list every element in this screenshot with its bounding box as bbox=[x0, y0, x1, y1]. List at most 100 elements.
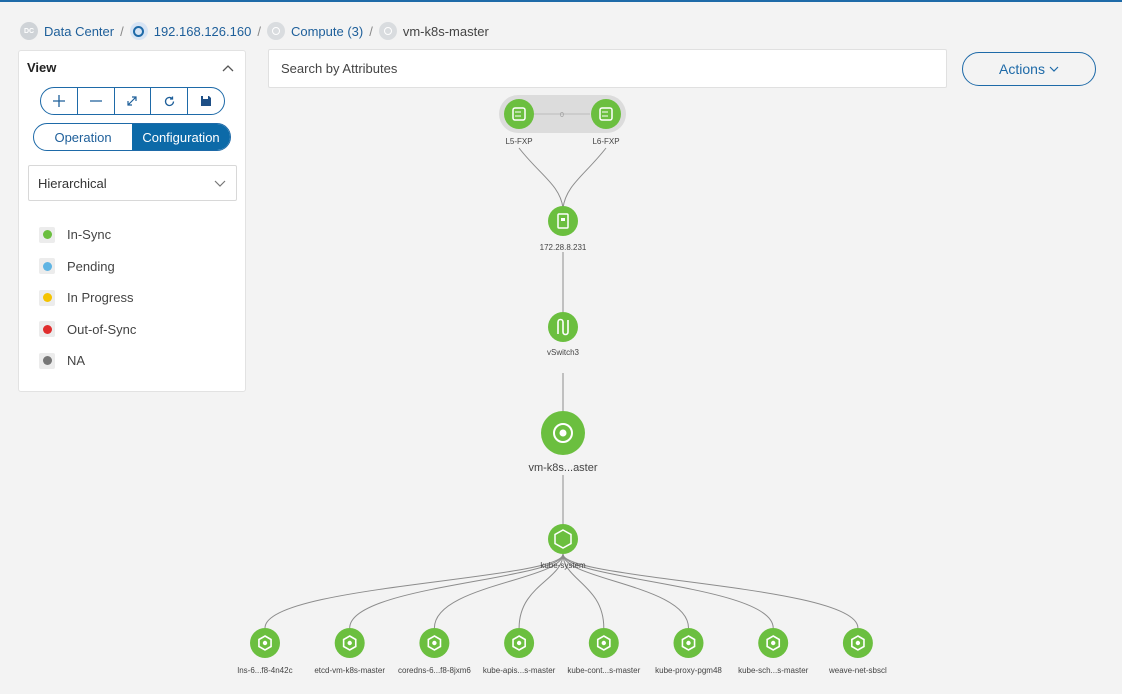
node-host[interactable]: 172.28.8.231 bbox=[540, 206, 587, 252]
node-label: L5-FXP bbox=[505, 137, 532, 146]
pod-glyph-core bbox=[601, 640, 606, 646]
node-pod[interactable]: kube-cont...s-master bbox=[567, 628, 641, 675]
node-pod[interactable]: lns-6...f8-4n42c bbox=[237, 628, 293, 675]
breadcrumb-compute-label: Compute (3) bbox=[290, 23, 364, 39]
node-pod[interactable]: kube-proxy-pgm48 bbox=[655, 628, 722, 675]
view-mode-toggle: Operation Configuration bbox=[33, 123, 231, 151]
host-icon bbox=[129, 22, 148, 40]
pod-label: coredns-6...f8-8jxm6 bbox=[398, 666, 471, 675]
tab-configuration[interactable]: Configuration bbox=[132, 124, 230, 150]
zoom-out-button[interactable] bbox=[78, 88, 115, 114]
switch-pair-count: 0 bbox=[560, 112, 564, 119]
pod-glyph-core bbox=[771, 640, 776, 646]
legend-swatch bbox=[39, 258, 55, 275]
server-glyph-slot bbox=[561, 218, 565, 221]
switch-node-icon bbox=[504, 99, 534, 129]
node-pod[interactable]: kube-apis...s-master bbox=[483, 628, 556, 675]
node-label: 172.28.8.231 bbox=[540, 243, 587, 252]
legend-swatch bbox=[39, 226, 55, 243]
pod-glyph-core bbox=[347, 640, 352, 646]
node-pod[interactable]: weave-net-sbscl bbox=[828, 628, 887, 675]
legend-swatch bbox=[39, 289, 55, 306]
save-button[interactable] bbox=[188, 88, 224, 114]
breadcrumb-separator: / bbox=[120, 23, 124, 39]
node-label: kube-system bbox=[540, 561, 586, 570]
layout-select[interactable]: Hierarchical bbox=[28, 165, 237, 201]
node-namespace[interactable]: kube-system bbox=[540, 524, 586, 570]
breadcrumb-host[interactable]: 192.168.126.160 bbox=[129, 22, 252, 40]
search-input[interactable] bbox=[268, 49, 947, 88]
legend-label: In-Sync bbox=[67, 227, 112, 243]
view-panel-title: View bbox=[27, 60, 57, 75]
breadcrumb-vm: vm-k8s-master bbox=[378, 22, 489, 40]
status-dot-icon bbox=[42, 324, 52, 334]
chevron-down-icon bbox=[1049, 66, 1059, 72]
node-vswitch[interactable]: vSwitch3 bbox=[547, 312, 580, 357]
node-label: vSwitch3 bbox=[547, 348, 580, 357]
legend-item: Pending bbox=[39, 251, 136, 283]
legend-item: In-Sync bbox=[39, 219, 136, 251]
pod-link bbox=[562, 553, 774, 629]
status-dot-icon bbox=[42, 230, 52, 240]
zoom-in-button[interactable] bbox=[41, 88, 78, 114]
refresh-icon bbox=[164, 96, 174, 106]
node-label: L6-FXP bbox=[592, 137, 619, 146]
breadcrumb-separator: / bbox=[257, 23, 261, 39]
actions-label: Actions bbox=[999, 61, 1045, 77]
save-icon bbox=[201, 96, 212, 106]
node-pod[interactable]: coredns-6...f8-8jxm6 bbox=[398, 628, 471, 675]
legend-swatch bbox=[39, 321, 55, 338]
link-l5-host bbox=[518, 147, 564, 209]
pod-glyph-core bbox=[262, 640, 268, 646]
breadcrumb-compute[interactable]: Compute (3) bbox=[266, 22, 364, 40]
node-label: vm-k8s...aster bbox=[528, 462, 597, 474]
view-panel: View Operation Configuration Hierarchica… bbox=[18, 50, 246, 392]
vm-icon bbox=[378, 22, 397, 40]
legend-item: In Progress bbox=[39, 282, 136, 314]
pod-link bbox=[562, 553, 859, 629]
breadcrumb-data-center-label: Data Center bbox=[44, 23, 115, 39]
pod-label: kube-apis...s-master bbox=[483, 666, 556, 675]
breadcrumb-separator: / bbox=[369, 23, 373, 39]
refresh-button[interactable] bbox=[151, 88, 189, 114]
breadcrumb-host-label: 192.168.126.160 bbox=[153, 23, 252, 39]
node-l5-fxp[interactable]: L5-FXP bbox=[504, 99, 534, 146]
plus-icon bbox=[52, 95, 65, 107]
switch-node-icon bbox=[591, 99, 621, 129]
data-center-icon: DC bbox=[20, 22, 38, 40]
pod-label: lns-6...f8-4n42c bbox=[237, 666, 292, 675]
pod-label: kube-proxy-pgm48 bbox=[655, 666, 722, 675]
tab-operation[interactable]: Operation bbox=[34, 124, 132, 150]
pod-link bbox=[349, 553, 564, 629]
pod-glyph-core bbox=[432, 640, 437, 646]
status-dot-icon bbox=[42, 293, 52, 303]
pod-nodes: lns-6...f8-4n42c etcd-vm-k8s-master coredn… bbox=[237, 628, 887, 675]
pod-label: etcd-vm-k8s-master bbox=[314, 666, 385, 675]
node-pod[interactable]: kube-sch...s-master bbox=[738, 628, 809, 675]
pod-label: kube-cont...s-master bbox=[567, 666, 640, 675]
breadcrumb-data-center[interactable]: DC Data Center bbox=[20, 22, 114, 40]
fit-to-screen-button[interactable] bbox=[115, 88, 152, 114]
chevron-up-icon[interactable] bbox=[221, 61, 235, 75]
status-dot-icon bbox=[42, 261, 52, 271]
legend-label: Pending bbox=[67, 258, 115, 274]
status-dot-icon bbox=[42, 356, 52, 366]
namespace-node-icon bbox=[548, 524, 578, 554]
pod-glyph-core bbox=[686, 640, 691, 646]
pod-glyph-core bbox=[516, 640, 522, 646]
legend-item: NA bbox=[39, 345, 136, 377]
pod-label: kube-sch...s-master bbox=[738, 666, 809, 675]
actions-button[interactable]: Actions bbox=[962, 52, 1096, 86]
chevron-down-icon bbox=[214, 180, 226, 187]
minus-icon bbox=[89, 100, 102, 102]
legend-label: In Progress bbox=[67, 290, 134, 306]
node-pod[interactable]: etcd-vm-k8s-master bbox=[314, 628, 385, 675]
expand-icon bbox=[127, 96, 138, 106]
breadcrumb-vm-label: vm-k8s-master bbox=[402, 23, 489, 39]
pod-link bbox=[264, 553, 564, 629]
topology-toolbar bbox=[40, 87, 225, 115]
node-vm[interactable]: vm-k8s...aster bbox=[528, 411, 598, 474]
compute-icon bbox=[266, 22, 285, 40]
node-l6-fxp[interactable]: L6-FXP bbox=[591, 99, 621, 146]
legend-label: NA bbox=[67, 353, 86, 369]
